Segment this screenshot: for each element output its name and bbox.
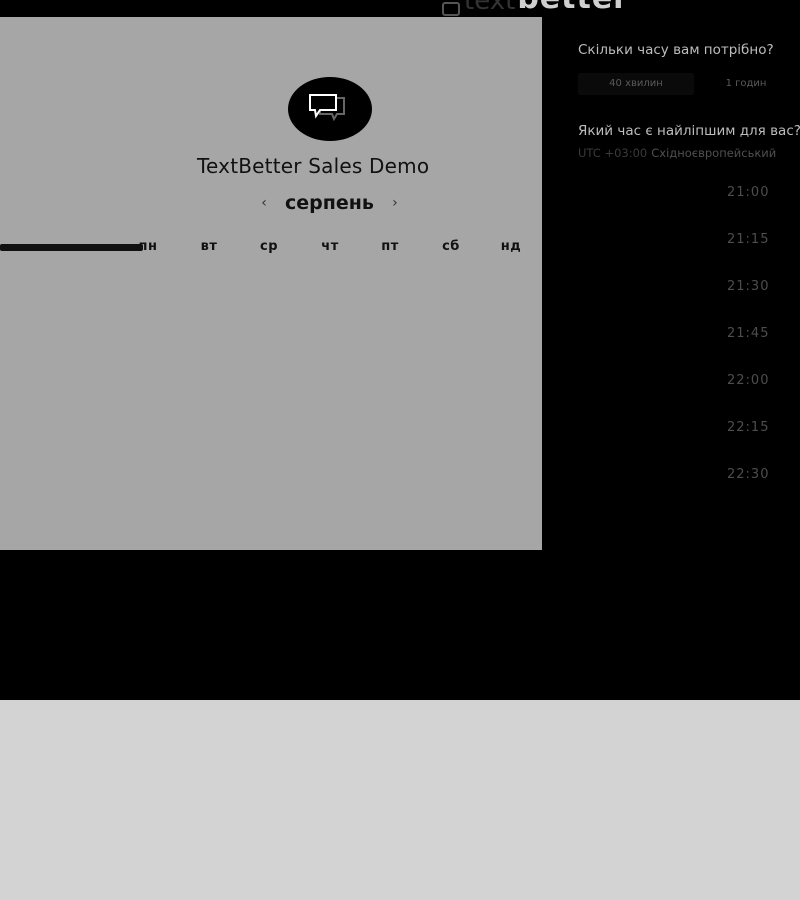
time-question: Який час є найліпшим для вас? <box>578 123 800 139</box>
brand-logo: text better <box>442 0 629 16</box>
chat-bubbles-icon <box>309 94 345 122</box>
timezone-selector[interactable]: UTC +03:00 Східноєвропейський <box>578 146 776 160</box>
time-slot[interactable]: 21:15 <box>678 225 800 255</box>
chat-logo-icon <box>442 2 460 16</box>
timezone-offset: UTC +03:00 <box>578 146 648 160</box>
calendar-panel: TextBetter Sales Demo ‹ серпень › пн вт … <box>0 17 542 550</box>
weekday-fri: пт <box>381 239 399 254</box>
logo-text-bold: better <box>517 0 629 16</box>
booking-panel: Скільки часу вам потрібно? 40 хвилин 1 г… <box>578 40 800 500</box>
weekday-tue: вт <box>200 239 218 254</box>
duration-options: 40 хвилин 1 годин <box>578 73 794 95</box>
logo-text-light: text <box>464 0 516 16</box>
time-slot[interactable]: 21:00 <box>678 178 800 208</box>
weekday-wed: ср <box>259 239 278 254</box>
time-slot[interactable]: 22:00 <box>678 366 800 396</box>
time-slot[interactable]: 21:30 <box>678 272 800 302</box>
time-slot[interactable]: 22:15 <box>678 413 800 443</box>
duration-question: Скільки часу вам потрібно? <box>578 42 774 58</box>
weekday-thu: чт <box>321 239 339 254</box>
weekday-sun: нд <box>500 239 522 254</box>
timezone-name: Східноєвропейський <box>651 146 777 160</box>
month-navigator: ‹ серпень › <box>255 189 404 217</box>
avatar <box>288 77 372 141</box>
next-month-button[interactable]: › <box>386 195 404 211</box>
time-slot[interactable]: 21:45 <box>678 319 800 349</box>
duration-option-40min[interactable]: 40 хвилин <box>578 73 694 95</box>
event-title: TextBetter Sales Demo <box>197 154 430 178</box>
month-label: серпень <box>285 192 374 214</box>
prev-month-button[interactable]: ‹ <box>255 195 273 211</box>
duration-option-1h[interactable]: 1 годин <box>698 73 794 95</box>
weekday-sat: сб <box>442 239 460 254</box>
weekday-mon: пн <box>138 239 158 254</box>
time-slot[interactable]: 22:30 <box>678 460 800 490</box>
weekday-header: пн вт ср чт пт сб нд <box>0 239 542 259</box>
